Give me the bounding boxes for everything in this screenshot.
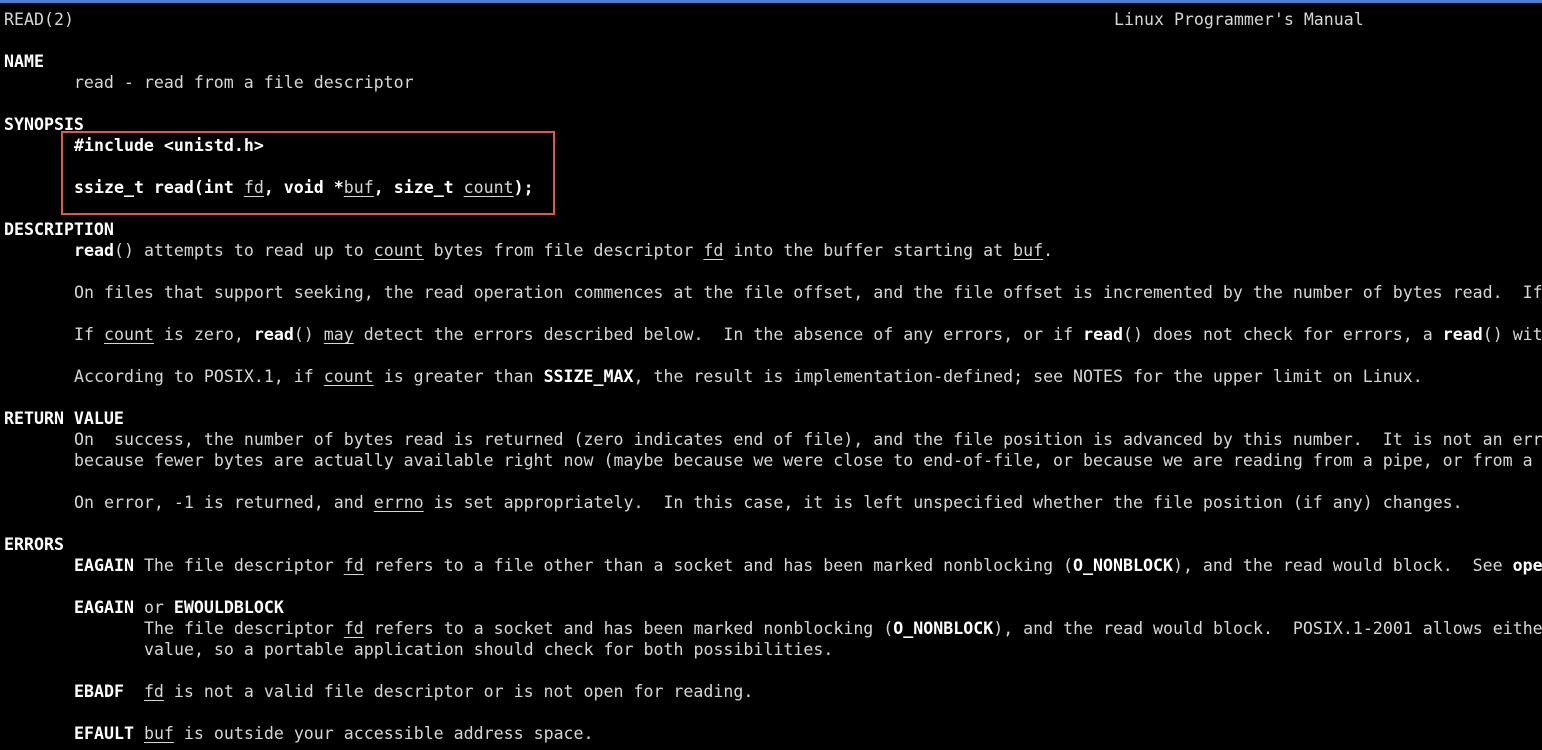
section-return-value-heading: RETURN VALUE <box>4 409 124 428</box>
man-header-right: Linux Programmer's Manual <box>1114 10 1364 29</box>
error-ebadf: EBADF fd is not a valid file descriptor … <box>74 682 754 701</box>
synopsis-highlight-box <box>61 131 555 215</box>
section-name-heading: NAME <box>4 52 44 71</box>
window-top-accent <box>0 0 1542 3</box>
error-efault: EFAULT buf is outside your accessible ad… <box>74 724 594 743</box>
description-line-3: If count is zero, read() may detect the … <box>74 325 1542 344</box>
error-eagain-ewouldblock-line-1: The file descriptor fd refers to a socke… <box>144 619 1542 638</box>
error-eagain-ewouldblock-name: EAGAIN or EWOULDBLOCK <box>74 598 284 617</box>
error-eagain: EAGAIN The file descriptor fd refers to … <box>74 556 1542 575</box>
description-line-4: According to POSIX.1, if count is greate… <box>74 367 1423 386</box>
return-value-line-2: because fewer bytes are actually availab… <box>74 451 1533 470</box>
name-description: read - read from a file descriptor <box>4 73 414 92</box>
return-value-line-1: On success, the number of bytes read is … <box>74 430 1542 449</box>
description-line-2: On files that support seeking, the read … <box>74 283 1542 302</box>
section-errors-heading: ERRORS <box>4 535 64 554</box>
description-line-1: read() attempts to read up to count byte… <box>74 241 1054 260</box>
return-value-line-3: On error, -1 is returned, and errno is s… <box>74 493 1463 512</box>
error-eagain-ewouldblock-line-2: value, so a portable application should … <box>144 640 834 659</box>
man-header-left: READ(2) <box>4 10 74 29</box>
section-description-heading: DESCRIPTION <box>4 220 114 239</box>
